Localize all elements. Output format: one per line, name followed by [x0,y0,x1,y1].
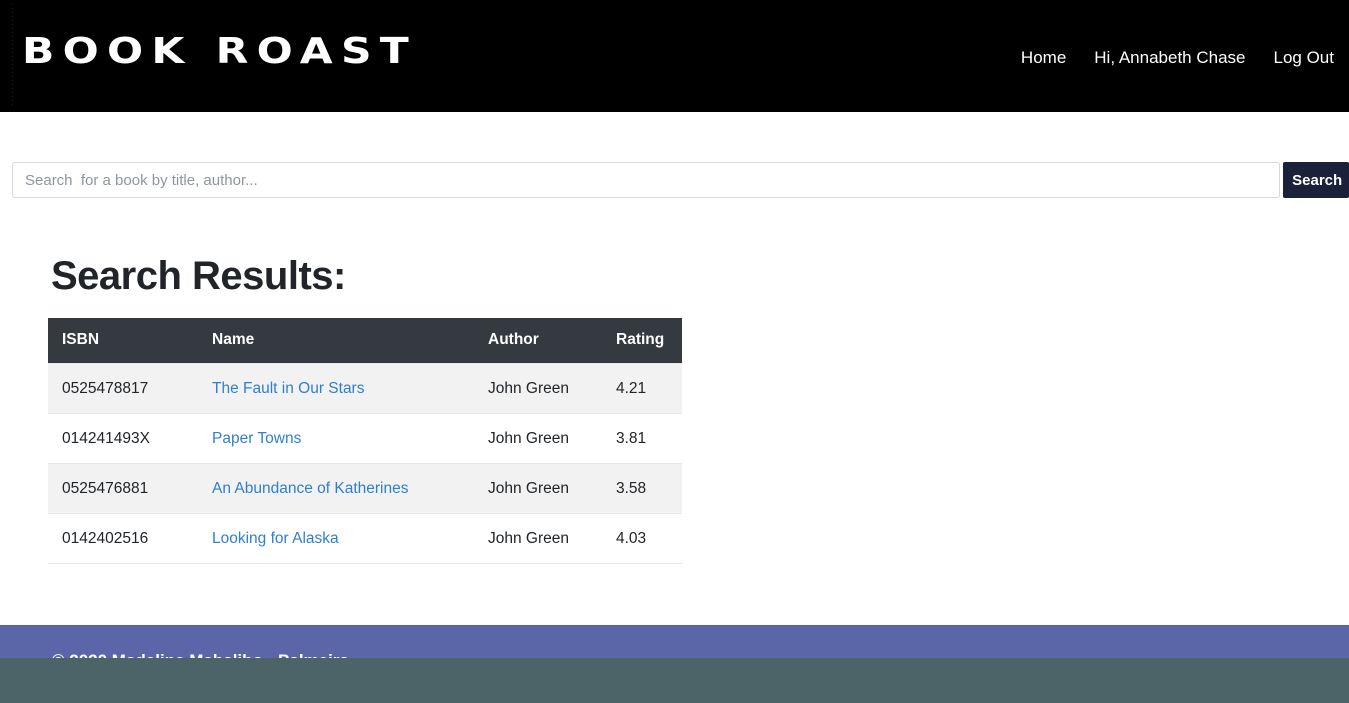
table-row: 014241493X Paper Towns John Green 3.81 [48,413,682,464]
brand-logo[interactable]: BOOK ROAST [22,30,417,74]
table-row: 0142402516 Looking for Alaska John Green… [48,513,682,564]
column-header-rating: Rating [602,318,682,364]
search-results-section: Search Results: ISBN Name Author Rating … [48,252,748,564]
cell-name: An Abundance of Katherines [198,463,474,514]
column-header-name: Name [198,318,474,364]
nav-link-home[interactable]: Home [1007,46,1080,70]
column-header-author: Author [474,318,602,364]
cell-isbn: 014241493X [48,413,198,464]
table-row: 0525478817 The Fault in Our Stars John G… [48,363,682,414]
navbar-left-guide [12,4,13,108]
page-title: Search Results: [51,254,346,298]
footer-bottom-band [0,658,1349,703]
nav-link-logout[interactable]: Log Out [1260,46,1342,70]
cell-rating: 3.58 [602,463,682,514]
cell-isbn: 0142402516 [48,513,198,564]
nav-link-greeting[interactable]: Hi, Annabeth Chase [1080,46,1259,70]
results-table-body: 0525478817 The Fault in Our Stars John G… [48,363,682,564]
cell-author: John Green [474,463,602,514]
top-navbar: BOOK ROAST Home Hi, Annabeth Chase Log O… [0,0,1349,112]
search-button[interactable]: Search [1283,162,1349,198]
footer-band: © 2020 Madeline Mabalibo - Palmeira [0,625,1349,658]
cell-isbn: 0525478817 [48,363,198,414]
book-title-link[interactable]: The Fault in Our Stars [212,380,364,397]
cell-name: Paper Towns [198,413,474,464]
book-title-link[interactable]: Paper Towns [212,430,301,447]
book-title-link[interactable]: An Abundance of Katherines [212,480,408,497]
cell-name: The Fault in Our Stars [198,363,474,414]
cell-author: John Green [474,413,602,464]
results-table-head: ISBN Name Author Rating [48,318,682,364]
column-header-isbn: ISBN [48,318,198,364]
cell-author: John Green [474,513,602,564]
results-table: ISBN Name Author Rating 0525478817 The F… [48,318,682,564]
cell-name: Looking for Alaska [198,513,474,564]
table-row: 0525476881 An Abundance of Katherines Jo… [48,463,682,514]
cell-isbn: 0525476881 [48,463,198,514]
cell-author: John Green [474,363,602,414]
cell-rating: 4.03 [602,513,682,564]
page-root: BOOK ROAST Home Hi, Annabeth Chase Log O… [0,0,1349,703]
navbar-links: Home Hi, Annabeth Chase Log Out [1007,46,1341,70]
footer-copyright: © 2020 Madeline Mabalibo - Palmeira [52,650,349,658]
cell-rating: 4.21 [602,363,682,414]
cell-rating: 3.81 [602,413,682,464]
search-bar: Search [12,162,1349,198]
book-title-link[interactable]: Looking for Alaska [212,530,339,547]
search-input[interactable] [12,162,1281,198]
table-header-row: ISBN Name Author Rating [48,318,682,364]
